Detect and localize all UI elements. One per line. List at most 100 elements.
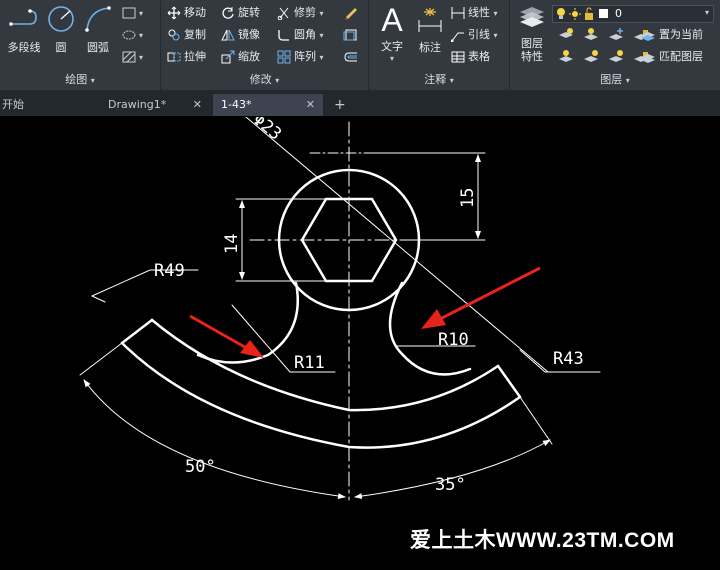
text-icon: A	[381, 2, 403, 38]
leader-icon	[450, 32, 464, 43]
dim-14: 14	[222, 234, 242, 254]
polyline-button[interactable]: 多段线	[2, 4, 46, 55]
layer-unisolate-icon[interactable]	[583, 49, 599, 65]
band-right-end	[496, 364, 522, 399]
layer-properties-label: 图层 特性	[521, 37, 543, 63]
dim-r10: R10	[438, 330, 469, 350]
trim-button[interactable]: 修剪 ▾	[277, 3, 324, 23]
table-button[interactable]: 表格	[451, 47, 490, 67]
tab-1-43[interactable]: 1-43* ✕	[213, 94, 323, 116]
layer-on-icon	[557, 8, 565, 19]
drawing-svg: Φ23 15 14 R49 R11 R10 R43 50° 35°	[79, 110, 601, 501]
table-icon	[451, 51, 465, 63]
red-arrow-left	[189, 314, 264, 358]
dim-r43: R43	[553, 349, 584, 369]
layer-on-all-icon[interactable]	[558, 49, 574, 65]
polyline-icon	[9, 9, 37, 26]
set-current-button[interactable]: 置为当前	[640, 25, 703, 45]
layer-properties-button[interactable]: 图层 特性	[514, 4, 550, 63]
mirror-icon	[221, 29, 235, 41]
move-icon	[167, 6, 181, 20]
drawing-canvas[interactable]: Φ23 15 14 R49 R11 R10 R43 50° 35°	[0, 110, 720, 566]
layer-tools-row1	[558, 27, 649, 47]
layer-thaw-icon	[569, 8, 581, 20]
layer-unlock-icon	[585, 7, 593, 20]
dim-15: 15	[458, 188, 478, 208]
copy-icon	[168, 29, 180, 41]
ribbon: 多段线 圆 圆弧 ▾ ▾ ▾ 绘图 ▾ 移动 旋转 修剪 ▾ 复制 镜像 圆角 …	[0, 0, 720, 91]
modify-panel-title[interactable]: 修改 ▾	[161, 71, 368, 88]
scale-button[interactable]: 缩放	[221, 47, 260, 67]
layer-freeze-icon[interactable]	[608, 27, 624, 43]
rotate-icon	[222, 7, 234, 19]
fillet-button[interactable]: 圆角 ▾	[277, 25, 324, 45]
arc-label: 圆弧	[87, 41, 109, 54]
copy-button[interactable]: 复制	[167, 25, 206, 45]
hatch-button[interactable]: ▾	[122, 47, 143, 67]
erase-button[interactable]	[343, 3, 362, 23]
close-icon[interactable]: ✕	[306, 94, 315, 116]
leader-button[interactable]: 引线 ▾	[450, 25, 498, 45]
match-layer-icon	[641, 54, 655, 63]
set-current-icon	[641, 32, 655, 41]
scale-icon	[221, 50, 235, 64]
layer-color-swatch	[599, 9, 608, 18]
linear-dimension-icon	[451, 7, 465, 19]
rotate-button[interactable]: 旋转	[221, 3, 260, 23]
chevron-down-icon: ▾	[704, 8, 709, 17]
layer-tools-row2	[558, 49, 649, 69]
text-button[interactable]: A 文字 ▾	[375, 2, 409, 63]
offset-button[interactable]	[343, 47, 362, 67]
draw-panel-title[interactable]: 绘图 ▾	[0, 71, 160, 88]
stretch-icon	[167, 52, 181, 62]
draw-panel: 多段线 圆 圆弧 ▾ ▾ ▾ 绘图 ▾	[0, 0, 161, 90]
explode-icon	[343, 29, 357, 41]
modify-panel: 移动 旋转 修剪 ▾ 复制 镜像 圆角 ▾ 拉伸 缩放 阵列 ▾ 修改 ▾	[161, 0, 369, 90]
linear-button[interactable]: 线性 ▾	[451, 3, 498, 23]
ellipse-button[interactable]: ▾	[122, 25, 143, 45]
layers-panel: 图层 特性 0 ▾ 置为当前 匹配图层 图层 ▾	[510, 0, 720, 90]
arc-button[interactable]: 圆弧	[80, 4, 116, 55]
current-layer-name: 0	[615, 7, 622, 20]
hatch-icon	[122, 51, 136, 63]
dim-phi23: Φ23	[249, 117, 285, 145]
dim-35deg: 35°	[435, 475, 466, 495]
dimension-label: 标注	[419, 41, 441, 54]
circle-icon	[48, 6, 74, 32]
rectangle-button[interactable]: ▾	[122, 3, 143, 23]
close-icon[interactable]: ✕	[193, 94, 202, 116]
layer-stack-icon	[520, 7, 544, 27]
dim-r11: R11	[294, 353, 325, 373]
move-button[interactable]: 移动	[167, 3, 206, 23]
file-tab-bar: 开始 Drawing1* ✕ 1-43* ✕ +	[0, 91, 720, 116]
stretch-button[interactable]: 拉伸	[167, 47, 206, 67]
ellipse-icon	[122, 30, 136, 40]
layer-thaw-all-icon[interactable]	[608, 49, 624, 65]
tab-drawing1[interactable]: Drawing1* ✕	[100, 94, 210, 116]
offset-icon	[344, 52, 357, 62]
layer-off-icon[interactable]	[558, 27, 574, 43]
annotation-panel-title[interactable]: 注释 ▾	[369, 71, 509, 88]
eraser-icon	[345, 8, 357, 20]
circle-button[interactable]: 圆	[44, 4, 78, 55]
dim-50deg: 50°	[185, 457, 216, 477]
new-tab-button[interactable]: +	[334, 94, 346, 116]
watermark: 爱上土木WWW.23TM.COM	[410, 529, 675, 552]
text-label: 文字	[381, 40, 403, 53]
layer-dropdown[interactable]: 0 ▾	[552, 5, 714, 23]
dimension-button[interactable]: 标注	[413, 4, 447, 55]
fillet-r10	[388, 281, 472, 376]
layer-isolate-icon[interactable]	[583, 27, 599, 43]
layers-panel-title[interactable]: 图层 ▾	[510, 71, 720, 88]
rectangle-icon	[122, 7, 136, 19]
tab-start[interactable]: 开始	[0, 94, 88, 116]
band-left-end	[120, 318, 154, 345]
circle-label: 圆	[55, 41, 67, 54]
mirror-button[interactable]: 镜像	[221, 25, 260, 45]
fillet-icon	[278, 30, 289, 41]
explode-button[interactable]	[343, 25, 362, 45]
array-button[interactable]: 阵列 ▾	[277, 47, 324, 67]
arc-icon	[85, 6, 111, 32]
match-layer-button[interactable]: 匹配图层	[640, 47, 703, 67]
polyline-label: 多段线	[7, 41, 41, 54]
